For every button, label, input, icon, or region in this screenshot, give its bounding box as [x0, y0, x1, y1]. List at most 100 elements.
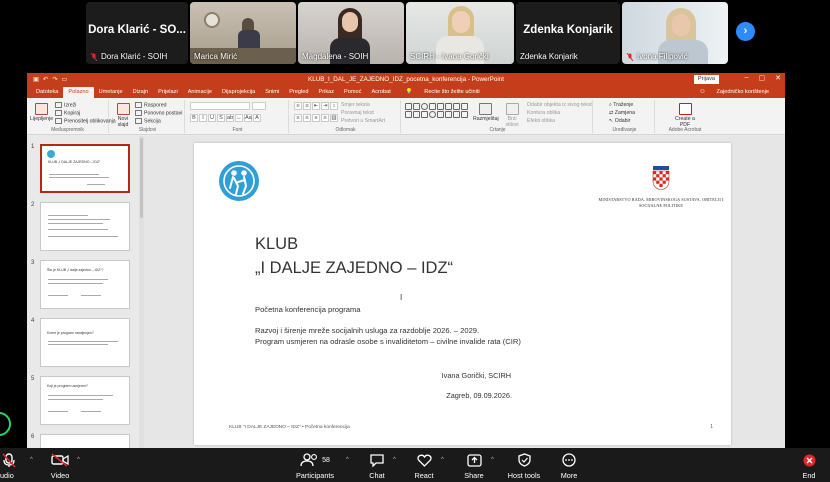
thumb-line: [48, 229, 108, 230]
video-options-caret[interactable]: ^: [77, 457, 80, 463]
shapes-gallery[interactable]: [405, 103, 469, 125]
slide-canvas: MINISTARSTVO RADA, MIROVINSKOGA SUSTAVA,…: [144, 136, 785, 448]
video-button[interactable]: Video: [46, 452, 74, 480]
indent-more-icon[interactable]: ⇥: [321, 102, 329, 110]
align-text-button[interactable]: Poravnaj tekst: [341, 110, 374, 116]
participants-options-caret[interactable]: ^: [346, 457, 349, 463]
bold-icon[interactable]: B: [190, 114, 198, 122]
case-icon[interactable]: Aa: [244, 114, 252, 122]
react-button[interactable]: React: [411, 452, 437, 480]
tell-me-search[interactable]: 💡 Recite što želite učiniti: [396, 87, 490, 98]
smartart-button[interactable]: Pretvori u SmartArt: [341, 118, 385, 124]
chevron-right-icon[interactable]: ›: [736, 22, 755, 41]
quick-styles-button[interactable]: Brzi stilovi: [501, 103, 523, 128]
create-pdf-button[interactable]: Create a PDF: [673, 103, 697, 128]
react-options-caret[interactable]: ^: [441, 457, 444, 463]
numbering-icon[interactable]: ≡: [303, 102, 311, 110]
tab-dijaprojekcija[interactable]: Dijaprojekcija: [217, 87, 260, 98]
heart-icon: [411, 452, 437, 468]
find-button[interactable]: ⌕ Traženje: [609, 102, 633, 109]
tab-datoteka[interactable]: Datoteka: [31, 87, 63, 98]
align-center-icon[interactable]: ≡: [303, 114, 311, 122]
participants-button[interactable]: 58 Participants: [294, 452, 336, 480]
chat-button[interactable]: Chat: [364, 452, 390, 480]
share-screen-button[interactable]: Share: [461, 452, 487, 480]
tab-prikaz[interactable]: Prikaz: [314, 87, 340, 98]
copy-icon: [55, 110, 62, 116]
line-spacing-icon[interactable]: ↕: [330, 102, 338, 110]
tab-prijelazi[interactable]: Prijelazi: [153, 87, 183, 98]
section-button[interactable]: Sekcija: [135, 118, 161, 124]
select-button[interactable]: ↖ Odabir: [609, 118, 630, 124]
text-direction-button[interactable]: Smjer teksta: [341, 102, 370, 108]
tab-animacije[interactable]: Animacije: [183, 87, 217, 98]
share-options-caret[interactable]: ^: [491, 457, 494, 463]
end-meeting-button[interactable]: End: [798, 452, 820, 480]
underline-icon[interactable]: U: [208, 114, 216, 122]
bullets-icon[interactable]: ≡: [294, 102, 302, 110]
slide-thumbnail[interactable]: Što je KLUB „I dalje zajedno – IDZ“?: [40, 260, 130, 309]
tab-polazno[interactable]: Polazno: [63, 87, 94, 98]
host-tools-button[interactable]: Host tools: [504, 452, 544, 480]
participant-tile-zdenka[interactable]: Zdenka Konjarik Zdenka Konjarik: [516, 2, 620, 64]
layout-button[interactable]: Raspored: [135, 102, 167, 108]
share-button[interactable]: ⚇ Zajedničko korištenje: [690, 87, 779, 98]
participant-tile-magdalena[interactable]: Magdalena - SOIH: [298, 2, 404, 64]
tab-dizajn[interactable]: Dizajn: [128, 87, 154, 98]
shared-screen-powerpoint[interactable]: ▣ ↶ ↷ ▭ KLUB_I_DAL_JE_ZAJEDNO_IDZ_pocetn…: [27, 73, 785, 448]
tab-acrobat[interactable]: Acrobat: [366, 87, 395, 98]
current-slide[interactable]: MINISTARSTVO RADA, MIROVINSKOGA SUSTAVA,…: [194, 143, 731, 445]
font-family-select[interactable]: [190, 102, 250, 110]
shape-outline-button[interactable]: Kontura oblika: [527, 110, 560, 116]
sign-in-button[interactable]: Prijava: [693, 75, 719, 84]
indent-less-icon[interactable]: ⇤: [312, 102, 320, 110]
paste-button[interactable]: Lijepljenje: [30, 103, 53, 122]
share-screen-label: Share: [464, 471, 484, 480]
slide-thumbnail[interactable]: [40, 434, 130, 448]
slide-thumbnail[interactable]: Koji je program usmjeren?: [40, 376, 130, 425]
columns-icon[interactable]: ▥: [330, 114, 338, 122]
audio-options-caret[interactable]: ^: [30, 457, 33, 463]
scrollbar-thumb[interactable]: [140, 138, 143, 218]
font-size-select[interactable]: [252, 102, 266, 110]
slide-thumbnail[interactable]: KLUB „I DALJE ZAJEDNO – IDZ“: [40, 144, 130, 193]
replace-button[interactable]: ⇄ Zamjena: [609, 110, 635, 116]
align-left-icon[interactable]: ≡: [294, 114, 302, 122]
shadow-icon[interactable]: S: [217, 114, 225, 122]
participant-tile-ivana-speaking[interactable]: SCIRH - Ivana Gorički: [406, 2, 514, 64]
cut-button[interactable]: Izreži: [55, 102, 76, 108]
font-color-icon[interactable]: A: [253, 114, 261, 122]
participant-name: Dora Klarić - SO...: [88, 24, 186, 36]
align-right-icon[interactable]: ≡: [312, 114, 320, 122]
participant-tile-ivona[interactable]: Ivona Filipović: [622, 2, 728, 64]
spacing-icon[interactable]: ↔: [235, 114, 243, 122]
justify-icon[interactable]: ≡: [321, 114, 329, 122]
minimize-icon[interactable]: –: [745, 74, 749, 82]
shape-effects-button[interactable]: Efekti oblika: [527, 118, 555, 124]
strikethrough-icon[interactable]: ab: [226, 114, 234, 122]
participant-tile-marica[interactable]: Marica Mirić: [190, 2, 296, 64]
maximize-icon[interactable]: ▢: [759, 74, 766, 82]
tab-snimi[interactable]: Snimi: [260, 87, 284, 98]
audio-button[interactable]: udio: [0, 452, 18, 480]
participant-caption: Zdenka Konjarik: [520, 52, 578, 61]
ministry-name: MINISTARSTVO RADA, MIROVINSKOGA SUSTAVA,…: [598, 197, 724, 208]
close-icon[interactable]: ✕: [775, 74, 781, 82]
slide-thumbnail[interactable]: [40, 202, 130, 251]
tab-pomoc[interactable]: Pomoć: [339, 87, 366, 98]
reset-button[interactable]: Ponovno postavi: [135, 110, 182, 116]
more-button[interactable]: More: [556, 452, 582, 480]
italic-icon[interactable]: I: [199, 114, 207, 122]
copy-button[interactable]: Kopiraj: [55, 110, 80, 116]
new-slide-button[interactable]: Novi slajd: [114, 103, 132, 128]
slide-thumbnail[interactable]: Kome je program namijenjen?: [40, 318, 130, 367]
participants-count: 58: [322, 456, 330, 464]
shape-fill-button[interactable]: Odabir objekta iz sivog tekst: [527, 102, 592, 108]
tab-pregled[interactable]: Pregled: [284, 87, 313, 98]
arrange-button[interactable]: Razmještaj: [473, 103, 499, 122]
chat-options-caret[interactable]: ^: [393, 457, 396, 463]
section-icon: [135, 118, 142, 124]
participant-tile-dora[interactable]: Dora Klarić - SO... Dora Klarić - SOIH: [86, 2, 188, 64]
tab-umetanje[interactable]: Umetanje: [94, 87, 128, 98]
format-painter-button[interactable]: Prenositelj oblikovanja: [55, 118, 116, 124]
